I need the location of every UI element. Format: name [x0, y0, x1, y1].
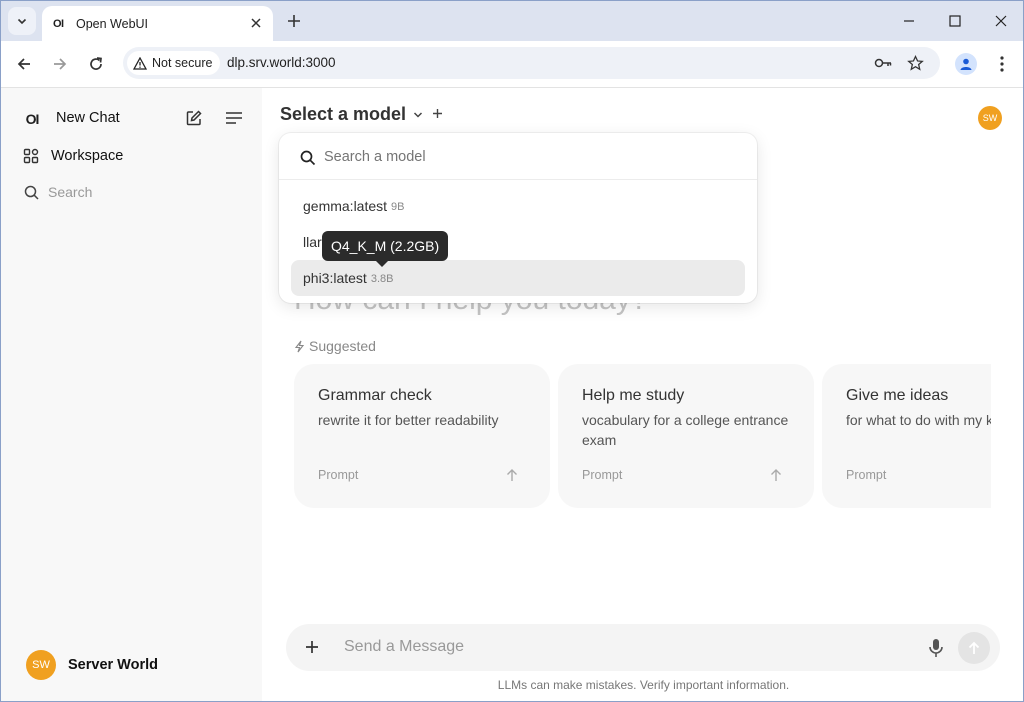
arrow-right-icon [54, 58, 67, 70]
card-prompt-label: Prompt [846, 468, 887, 482]
person-icon [960, 58, 972, 70]
url-text[interactable]: dlp.srv.world:3000 [227, 55, 336, 70]
model-size: 9B [391, 200, 405, 213]
new-chat-link[interactable]: New Chat [56, 110, 120, 126]
forward-button[interactable] [48, 52, 72, 76]
card-title: Give me ideas [846, 387, 949, 404]
send-button[interactable] [958, 632, 990, 664]
attach-button[interactable] [302, 637, 322, 657]
bookmark-star-icon[interactable] [905, 53, 925, 73]
sidebar-item-workspace[interactable]: Workspace [51, 148, 123, 164]
plus-icon [432, 108, 442, 118]
plus-icon [306, 641, 318, 653]
tab-favicon: OI [53, 17, 64, 30]
warning-icon [133, 56, 147, 70]
maximize-icon [949, 15, 961, 27]
new-tab-button[interactable] [284, 11, 304, 31]
browser-toolbar: Not secure dlp.srv.world:3000 [1, 41, 1023, 88]
arrow-up-icon [771, 469, 781, 481]
browser-window: OI Open WebUI Not secure dlp.srv.world:3… [0, 0, 1024, 702]
model-size: 3.8B [370, 272, 394, 285]
close-icon [995, 15, 1007, 27]
reload-icon [90, 57, 102, 70]
card-subtitle: rewrite it for better readability [318, 412, 499, 428]
tab-strip: OI Open WebUI [1, 1, 1023, 41]
lightning-icon [294, 340, 305, 352]
workspace-icon [20, 145, 42, 167]
app-logo: OI [25, 111, 40, 127]
model-option-highlighted[interactable]: phi3:latest 3.8B [291, 260, 745, 296]
suggestion-card[interactable]: Grammar check rewrite it for better read… [294, 364, 550, 508]
chevron-down-icon[interactable] [412, 109, 424, 121]
model-info-tooltip: Q4_K_M (2.2GB) [322, 231, 449, 267]
user-name[interactable]: Server World [68, 657, 158, 673]
reload-button[interactable] [84, 52, 108, 76]
profile-button[interactable] [955, 53, 977, 75]
tab-search-button[interactable] [8, 7, 36, 35]
card-subtitle: for what to do with my kids' art [846, 412, 991, 428]
suggested-label: Suggested [309, 338, 376, 354]
model-selector[interactable]: Select a model [280, 104, 406, 125]
tab-close-icon[interactable] [249, 16, 263, 30]
maximize-button[interactable] [943, 9, 967, 33]
more-vertical-icon [1000, 56, 1004, 72]
security-chip[interactable]: Not secure [127, 51, 221, 75]
model-name: llar [303, 234, 322, 250]
model-search-input[interactable] [324, 149, 724, 165]
chevron-down-icon [17, 18, 27, 25]
arrow-up-icon [507, 469, 517, 481]
security-label: Not secure [152, 56, 213, 70]
microphone-icon[interactable] [926, 637, 946, 659]
sidebar: OI New Chat Workspace Search SW Server W… [1, 88, 262, 701]
model-name: gemma:latest [303, 198, 388, 214]
minimize-icon [904, 20, 914, 22]
card-prompt-label: Prompt [318, 468, 359, 482]
plus-icon [288, 15, 300, 27]
browser-menu-button[interactable] [993, 53, 1011, 75]
add-model-button[interactable] [430, 106, 444, 120]
arrow-up-icon [968, 641, 980, 654]
card-title: Grammar check [318, 387, 432, 404]
message-composer: Send a Message [286, 624, 1000, 671]
browser-tab[interactable]: OI Open WebUI [42, 6, 273, 41]
new-chat-edit-icon[interactable] [183, 107, 205, 129]
user-avatar[interactable]: SW [26, 650, 56, 680]
search-icon [20, 181, 42, 203]
sidebar-toggle-icon[interactable] [223, 107, 245, 129]
card-subtitle: vocabulary for a college entrance exam [582, 412, 789, 448]
model-dropdown: gemma:latest 9B llar phi3:latest 3.8B [279, 133, 757, 303]
model-name: phi3:latest [303, 270, 367, 286]
card-title: Help me study [582, 387, 685, 404]
dropdown-divider [279, 179, 757, 180]
suggested-heading: Suggested [294, 338, 376, 354]
password-key-icon[interactable] [873, 53, 893, 73]
minimize-button[interactable] [897, 9, 921, 33]
message-input[interactable]: Send a Message [344, 638, 464, 656]
suggestion-card[interactable]: Help me study vocabulary for a college e… [558, 364, 814, 508]
arrow-left-icon [17, 58, 30, 70]
address-bar[interactable]: Not secure dlp.srv.world:3000 [123, 47, 940, 79]
disclaimer-text: LLMs can make mistakes. Verify important… [497, 678, 790, 692]
back-button[interactable] [12, 52, 36, 76]
search-icon [300, 150, 316, 166]
suggestion-cards: Grammar check rewrite it for better read… [294, 364, 991, 508]
model-option[interactable]: gemma:latest 9B [291, 188, 745, 224]
card-prompt-label: Prompt [582, 468, 623, 482]
tab-title: Open WebUI [76, 16, 149, 31]
suggestion-card[interactable]: Give me ideas for what to do with my kid… [822, 364, 991, 508]
sidebar-search-input[interactable]: Search [48, 184, 92, 200]
header-user-avatar[interactable]: SW [978, 106, 1002, 130]
window-close-button[interactable] [989, 9, 1013, 33]
